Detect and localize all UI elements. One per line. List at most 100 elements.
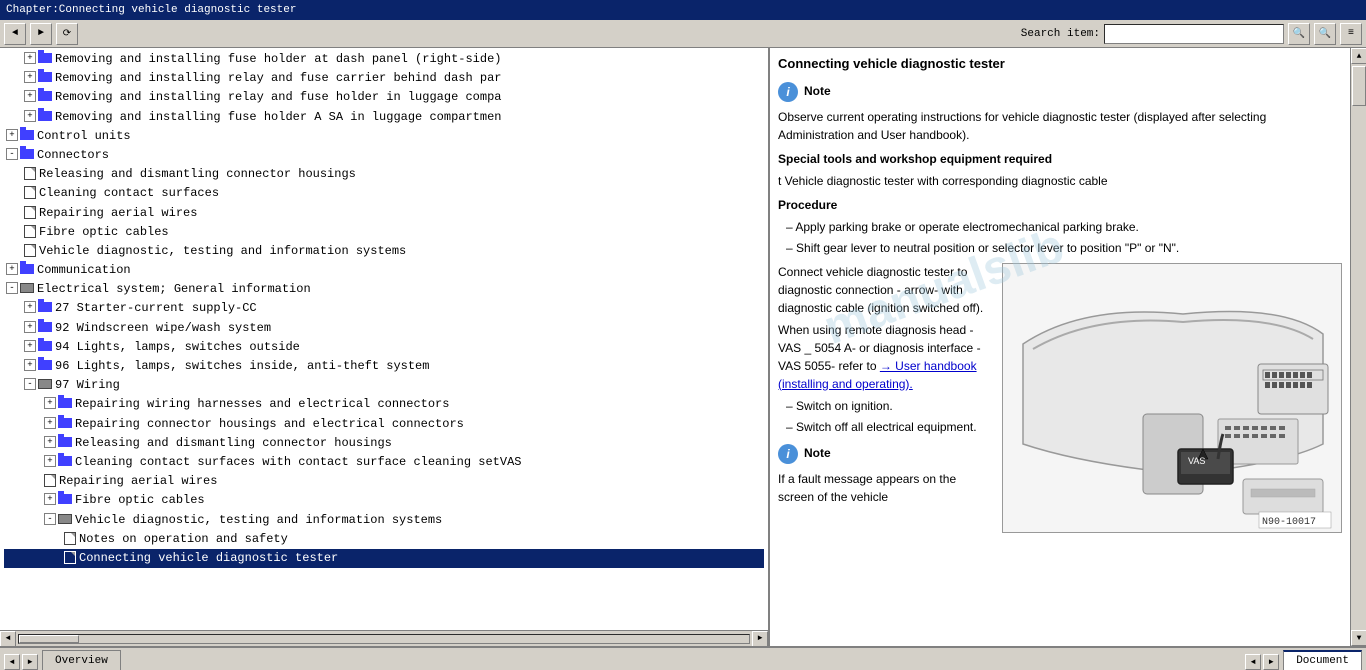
folder-icon	[38, 111, 52, 121]
tree-item[interactable]: Vehicle diagnostic, testing and informat…	[4, 242, 764, 261]
tree-item-label: Connecting vehicle diagnostic tester	[79, 549, 338, 568]
search-btn-1[interactable]: 🔍	[1288, 23, 1310, 45]
tree-item[interactable]: + Removing and installing fuse holder at…	[4, 50, 764, 69]
tree-item-label: Connectors	[37, 146, 109, 165]
expand-icon[interactable]: +	[6, 263, 18, 275]
svg-text:VAS: VAS	[1188, 456, 1205, 466]
folder-open-icon	[38, 379, 52, 389]
expand-icon[interactable]: -	[44, 513, 56, 525]
content-with-image: Connect vehicle diagnostic tester to dia…	[778, 263, 1342, 533]
doc-icon	[24, 206, 36, 219]
tree-item[interactable]: - Electrical system; General information	[4, 280, 764, 299]
tree-item[interactable]: - Vehicle diagnostic, testing and inform…	[4, 511, 764, 530]
tree-item[interactable]: + Cleaning contact surfaces with contact…	[4, 453, 764, 472]
expand-icon[interactable]: +	[24, 340, 36, 352]
scroll-right-btn[interactable]: ►	[752, 631, 768, 647]
rtab-nav-right[interactable]: ►	[1263, 654, 1279, 670]
folder-icon	[20, 149, 34, 159]
tree-item-label: Repairing aerial wires	[39, 204, 197, 223]
step-1: – Apply parking brake or operate electro…	[786, 218, 1342, 236]
expand-icon[interactable]: +	[24, 110, 36, 122]
tree-item-label: Repairing wiring harnesses and electrica…	[75, 395, 449, 414]
rtab-nav-left[interactable]: ◄	[1245, 654, 1261, 670]
expand-icon[interactable]: +	[44, 493, 56, 505]
tree-item[interactable]: + 27 Starter-current supply-CC	[4, 299, 764, 318]
tree-item[interactable]: Cleaning contact surfaces	[4, 184, 764, 203]
tree-item[interactable]: + Communication	[4, 261, 764, 280]
tree-item[interactable]: Repairing aerial wires	[4, 204, 764, 223]
toolbar-extra[interactable]: ≡	[1340, 23, 1362, 45]
expand-icon[interactable]: +	[44, 417, 56, 429]
tree-item[interactable]: - 97 Wiring	[4, 376, 764, 395]
tree-item[interactable]: + 96 Lights, lamps, switches inside, ant…	[4, 357, 764, 376]
expand-icon[interactable]: +	[24, 52, 36, 64]
tab-nav-left[interactable]: ◄	[4, 654, 20, 670]
search-label: Search item:	[1021, 28, 1100, 40]
tree-item-label: 94 Lights, lamps, switches outside	[55, 338, 300, 357]
scroll-track-h	[18, 634, 750, 644]
tree-item-label: Electrical system; General information	[37, 280, 311, 299]
note-box-1: i Note	[778, 82, 1342, 102]
tree-item-selected[interactable]: Connecting vehicle diagnostic tester	[4, 549, 764, 568]
note-label-1: Note	[804, 82, 831, 100]
tree-item[interactable]: - Connectors	[4, 146, 764, 165]
tree-item-label: Vehicle diagnostic, testing and informat…	[75, 511, 442, 530]
tree-item[interactable]: Fibre optic cables	[4, 223, 764, 242]
folder-icon	[58, 456, 72, 466]
tree-item[interactable]: + Removing and installing relay and fuse…	[4, 69, 764, 88]
expand-icon[interactable]: -	[6, 148, 18, 160]
tree-item[interactable]: + Fibre optic cables	[4, 491, 764, 510]
procedure-label: Procedure	[778, 196, 1342, 214]
bottom-bar: ◄ ► Overview ◄ ► Document	[0, 646, 1366, 670]
expand-icon[interactable]: -	[24, 378, 36, 390]
expand-icon[interactable]: +	[6, 129, 18, 141]
tree-item[interactable]: + 94 Lights, lamps, switches outside	[4, 338, 764, 357]
expand-icon[interactable]: +	[24, 359, 36, 371]
connect-text: Connect vehicle diagnostic tester to dia…	[778, 263, 994, 317]
toolbar-btn-3[interactable]: ⟳	[56, 23, 78, 45]
tab-overview[interactable]: Overview	[42, 650, 121, 670]
tree-item[interactable]: + Repairing connector housings and elect…	[4, 415, 764, 434]
tree-item[interactable]: + Repairing wiring harnesses and electri…	[4, 395, 764, 414]
toolbar-btn-1[interactable]: ◄	[4, 23, 26, 45]
expand-icon[interactable]: +	[44, 436, 56, 448]
expand-icon[interactable]: +	[24, 71, 36, 83]
expand-icon[interactable]: +	[24, 321, 36, 333]
expand-icon[interactable]: -	[6, 282, 18, 294]
tree-item[interactable]: + Removing and installing relay and fuse…	[4, 88, 764, 107]
toolbar-btn-2[interactable]: ►	[30, 23, 52, 45]
tree-item[interactable]: Repairing aerial wires	[4, 472, 764, 491]
scroll-down-btn[interactable]: ▼	[1351, 630, 1366, 646]
note-icon-1: i	[778, 82, 798, 102]
tree-content: + Removing and installing fuse holder at…	[0, 48, 768, 630]
tree-item[interactable]: Releasing and dismantling connector hous…	[4, 165, 764, 184]
tree-item[interactable]: Notes on operation and safety	[4, 530, 764, 549]
search-btn-2[interactable]: 🔍	[1314, 23, 1336, 45]
expand-icon[interactable]: +	[24, 301, 36, 313]
expand-icon[interactable]: +	[24, 90, 36, 102]
folder-icon	[58, 418, 72, 428]
tree-item-label: Repairing aerial wires	[59, 472, 217, 491]
tree-item-label: Removing and installing fuse holder A SA…	[55, 108, 501, 127]
tree-item-label: Removing and installing fuse holder at d…	[55, 50, 501, 69]
horizontal-scrollbar[interactable]: ◄ ►	[0, 630, 768, 646]
folder-icon	[38, 341, 52, 351]
search-input[interactable]	[1104, 24, 1284, 44]
doc-icon	[64, 551, 76, 564]
tree-item[interactable]: + 92 Windscreen wipe/wash system	[4, 319, 764, 338]
tree-item[interactable]: + Removing and installing fuse holder A …	[4, 108, 764, 127]
title-text: Chapter:Connecting vehicle diagnostic te…	[6, 4, 296, 16]
text-column: Connect vehicle diagnostic tester to dia…	[778, 263, 994, 533]
right-tabs: ◄ ► Document	[1245, 650, 1366, 670]
expand-icon[interactable]: +	[44, 455, 56, 467]
tab-document[interactable]: Document	[1283, 650, 1362, 670]
tree-item-label: Fibre optic cables	[75, 491, 205, 510]
expand-icon[interactable]: +	[44, 397, 56, 409]
scroll-up-btn[interactable]: ▲	[1351, 48, 1366, 64]
right-scrollbar[interactable]: ▲ ▼	[1350, 48, 1366, 646]
tree-item[interactable]: + Control units	[4, 127, 764, 146]
folder-icon	[58, 494, 72, 504]
tab-nav-right[interactable]: ►	[22, 654, 38, 670]
scroll-left-btn[interactable]: ◄	[0, 631, 16, 647]
tree-item[interactable]: + Releasing and dismantling connector ho…	[4, 434, 764, 453]
